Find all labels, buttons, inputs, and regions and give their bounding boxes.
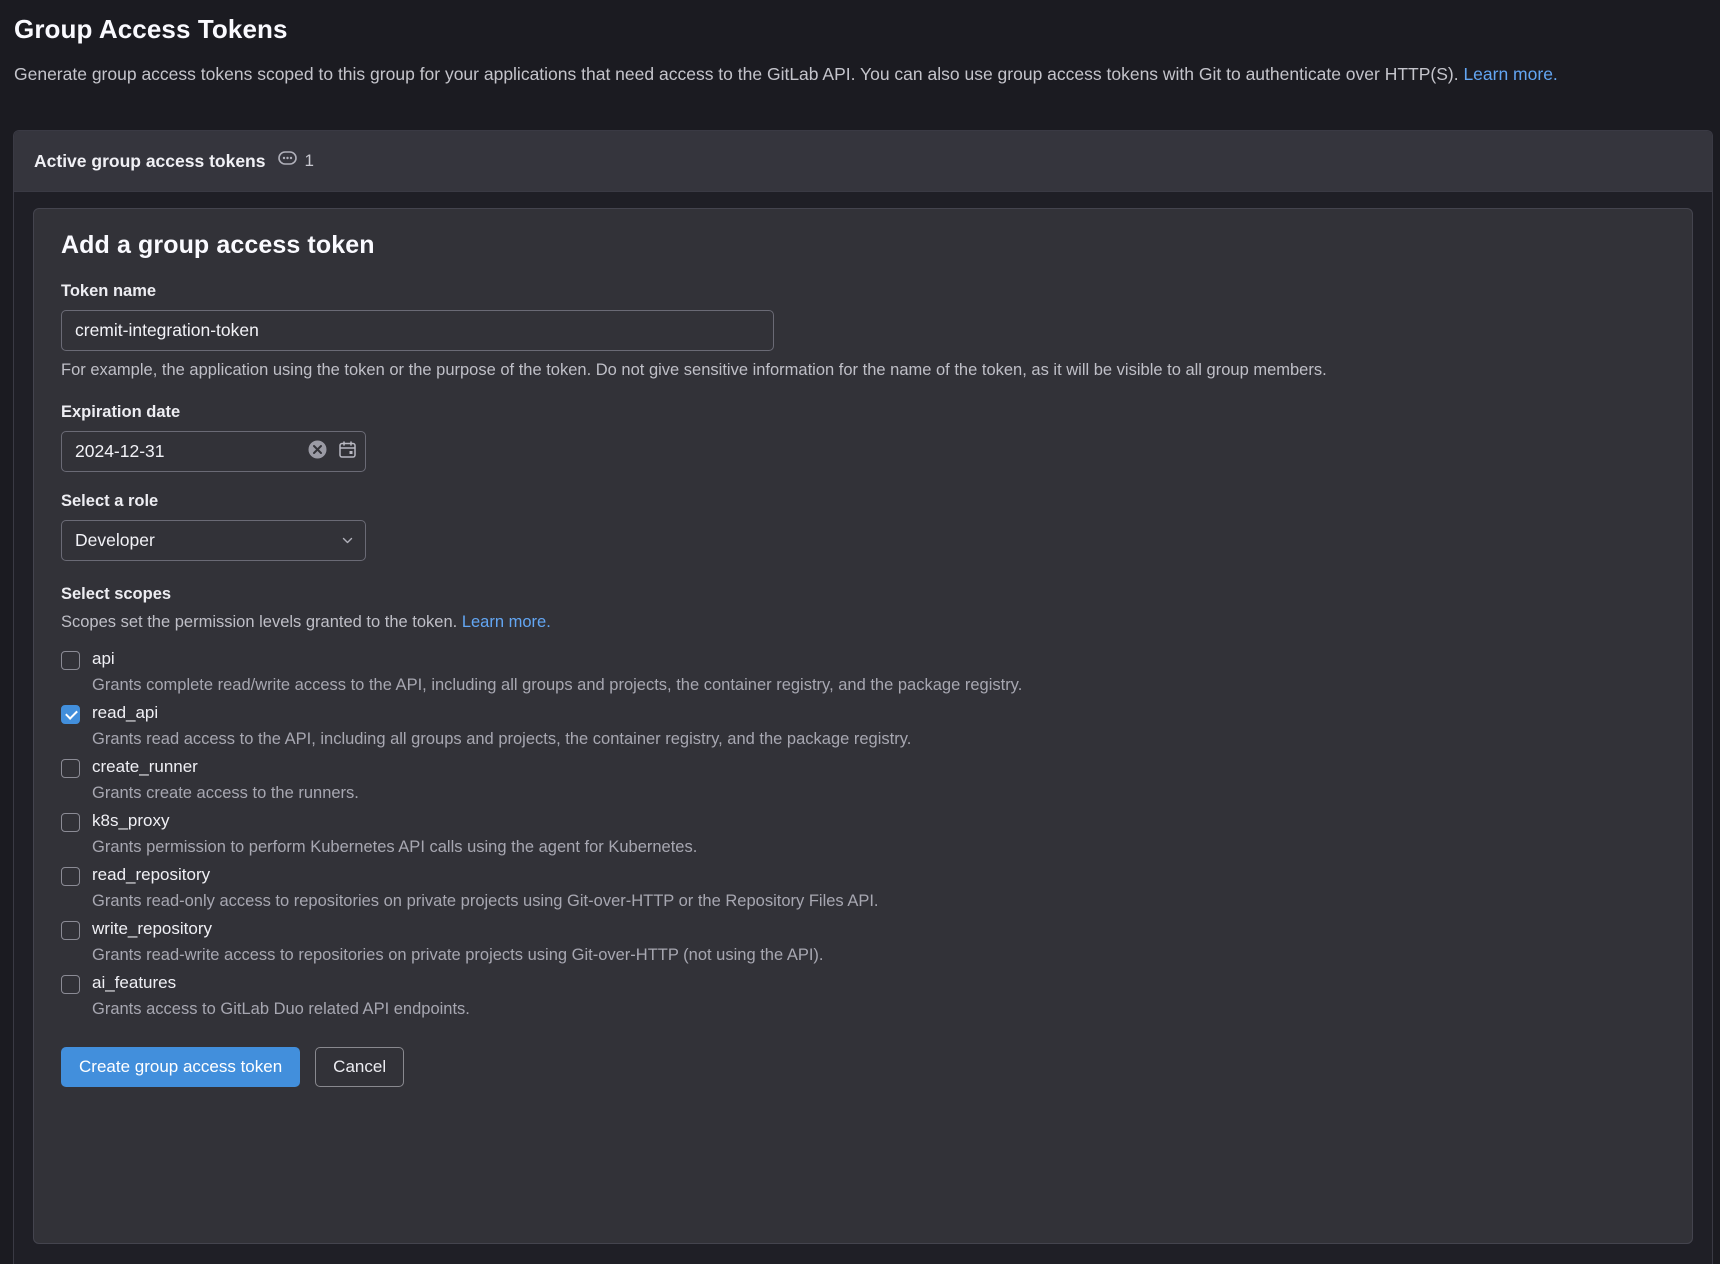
scope-checkbox-k8s_proxy[interactable] xyxy=(61,813,80,833)
active-tokens-panel: Active group access tokens 1 Add a group… xyxy=(13,130,1713,1264)
scope-name-api[interactable]: api xyxy=(92,649,115,669)
scope-checkbox-read_repository[interactable] xyxy=(61,867,80,887)
scope-item: api Grants complete read/write access to… xyxy=(61,649,1665,697)
scope-row: k8s_proxy xyxy=(61,811,1665,833)
expiration-date-field-group: Expiration date xyxy=(61,403,1665,472)
scope-name-ai_features[interactable]: ai_features xyxy=(92,973,176,993)
scope-name-create_runner[interactable]: create_runner xyxy=(92,757,198,777)
token-name-label: Token name xyxy=(61,282,157,300)
page-description-text: Generate group access tokens scoped to t… xyxy=(14,64,1464,85)
scope-description-write_repository: Grants read-write access to repositories… xyxy=(92,946,824,965)
page-description: Generate group access tokens scoped to t… xyxy=(14,61,1674,89)
scopes-label: Select scopes xyxy=(61,584,172,603)
scope-description-create_runner: Grants create access to the runners. xyxy=(92,784,359,803)
create-group-access-token-button[interactable]: Create group access token xyxy=(61,1046,301,1087)
form-actions: Create group access token Cancel xyxy=(61,1046,1665,1087)
scope-checkbox-create_runner[interactable] xyxy=(61,759,80,779)
scope-row: create_runner xyxy=(61,757,1665,779)
role-selected-value: Developer xyxy=(75,529,155,550)
scopes-section: Select scopes Scopes set the permission … xyxy=(61,585,1665,1022)
scope-name-read_api[interactable]: read_api xyxy=(92,703,158,723)
page-title: Group Access Tokens xyxy=(14,14,288,44)
scope-checkbox-ai_features[interactable] xyxy=(61,975,80,995)
scope-row: ai_features xyxy=(61,973,1665,995)
scope-description-read_repository: Grants read-only access to repositories … xyxy=(92,892,879,911)
scope-row: write_repository xyxy=(61,919,1665,941)
scope-description-ai_features: Grants access to GitLab Duo related API … xyxy=(92,1000,470,1019)
scope-name-read_repository[interactable]: read_repository xyxy=(92,865,210,885)
cancel-button[interactable]: Cancel xyxy=(315,1046,405,1087)
token-name-input[interactable] xyxy=(61,310,774,351)
scope-row: read_repository xyxy=(61,865,1665,887)
token-count-value: 1 xyxy=(304,151,314,170)
expiration-date-wrapper xyxy=(61,430,366,472)
scope-checkbox-api[interactable] xyxy=(61,650,80,670)
role-select-wrapper: Developer xyxy=(61,519,366,561)
page-heading-section: Group Access Tokens Generate group acces… xyxy=(0,0,1720,89)
role-label: Select a role xyxy=(61,491,159,510)
expiration-date-label: Expiration date xyxy=(61,402,181,421)
token-name-field-group: Token name For example, the application … xyxy=(61,282,1665,383)
scope-description-api: Grants complete read/write access to the… xyxy=(92,675,1023,694)
role-select[interactable]: Developer xyxy=(61,519,366,561)
add-token-card: Add a group access token Token name For … xyxy=(33,208,1693,1244)
open-calendar-button[interactable] xyxy=(338,440,357,462)
comment-dots-icon xyxy=(278,151,298,171)
scopes-subtitle-text: Scopes set the permission levels granted… xyxy=(61,612,462,631)
learn-more-link-header[interactable]: Learn more. xyxy=(1463,64,1557,84)
circle-x-icon xyxy=(307,439,328,463)
learn-more-link-scopes[interactable]: Learn more. xyxy=(462,613,551,631)
panel-header: Active group access tokens 1 xyxy=(14,131,1712,192)
scope-checkbox-write_repository[interactable] xyxy=(61,921,80,941)
scope-list: api Grants complete read/write access to… xyxy=(61,649,1665,1022)
group-access-tokens-page: Group Access Tokens Generate group acces… xyxy=(0,0,1720,1264)
scopes-subtitle: Scopes set the permission levels granted… xyxy=(61,613,1665,632)
scope-name-k8s_proxy[interactable]: k8s_proxy xyxy=(92,811,169,831)
expiration-date-icons xyxy=(307,431,357,472)
scope-item: write_repository Grants read-write acces… xyxy=(61,919,1665,967)
token-count-badge: 1 xyxy=(278,151,314,171)
scope-name-write_repository[interactable]: write_repository xyxy=(92,919,212,939)
scope-item: read_api Grants read access to the API, … xyxy=(61,703,1665,751)
scope-item: create_runner Grants create access to th… xyxy=(61,757,1665,805)
scope-item: ai_features Grants access to GitLab Duo … xyxy=(61,973,1665,1021)
scope-checkbox-read_api[interactable] xyxy=(61,705,80,725)
panel-header-title: Active group access tokens xyxy=(34,150,266,171)
calendar-icon xyxy=(338,440,357,462)
add-token-title: Add a group access token xyxy=(61,231,375,259)
role-field-group: Select a role Developer xyxy=(61,492,1665,561)
scope-description-read_api: Grants read access to the API, including… xyxy=(92,730,912,749)
token-name-help: For example, the application using the t… xyxy=(61,361,1327,379)
scope-item: read_repository Grants read-only access … xyxy=(61,865,1665,913)
scope-row: api xyxy=(61,649,1665,670)
clear-date-button[interactable] xyxy=(307,439,328,463)
scope-description-k8s_proxy: Grants permission to perform Kubernetes … xyxy=(92,838,698,857)
scope-row: read_api xyxy=(61,703,1665,725)
scope-item: k8s_proxy Grants permission to perform K… xyxy=(61,811,1665,859)
